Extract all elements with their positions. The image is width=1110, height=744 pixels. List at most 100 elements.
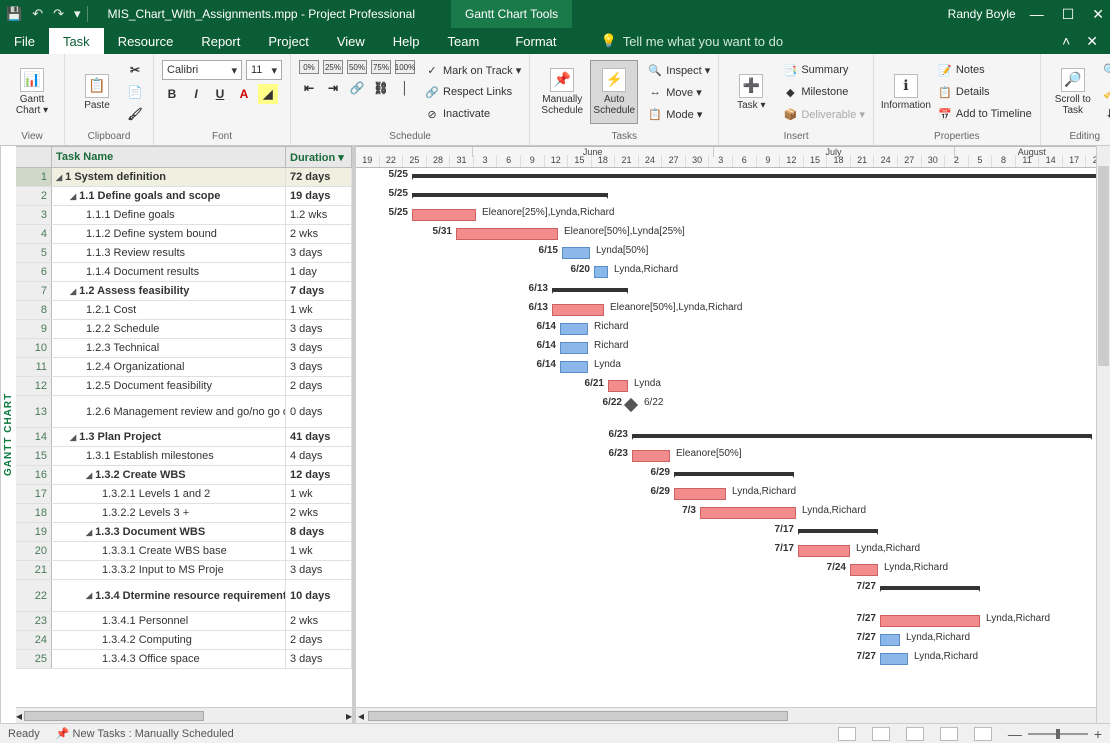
- task-bar[interactable]: [560, 361, 588, 373]
- gantt-row[interactable]: 6/23: [356, 428, 1110, 447]
- task-name-cell[interactable]: 1.2.4 Organizational: [52, 358, 286, 376]
- table-row[interactable]: 61.1.4 Document results1 day: [16, 263, 352, 282]
- outdent-icon[interactable]: ⇤: [299, 78, 319, 98]
- summary-bar[interactable]: [552, 288, 628, 292]
- table-row[interactable]: 151.3.1 Establish milestones4 days: [16, 447, 352, 466]
- summary-bar[interactable]: [880, 586, 980, 590]
- font-name-select[interactable]: Calibri▾: [162, 60, 242, 80]
- table-row[interactable]: 171.3.2.1 Levels 1 and 21 wk: [16, 485, 352, 504]
- duration-cell[interactable]: 1 wk: [286, 485, 352, 503]
- table-row[interactable]: 31.1.1 Define goals1.2 wks: [16, 206, 352, 225]
- task-name-cell[interactable]: 1.3.2.1 Levels 1 and 2: [52, 485, 286, 503]
- duration-cell[interactable]: 2 days: [286, 377, 352, 395]
- summary-bar[interactable]: [674, 472, 794, 476]
- gantt-row[interactable]: 6/29Lynda,Richard: [356, 485, 1110, 504]
- qat-dropdown-icon[interactable]: ▾: [74, 6, 81, 22]
- gantt-row[interactable]: 5/25: [356, 187, 1110, 206]
- header-row-num[interactable]: [16, 147, 52, 167]
- timeline-header[interactable]: JuneJulyAugust 1922252831369121518212427…: [356, 146, 1110, 168]
- duration-cell[interactable]: 0 days: [286, 396, 352, 427]
- header-task-name[interactable]: Task Name: [52, 147, 286, 167]
- duration-cell[interactable]: 3 days: [286, 320, 352, 338]
- copy-icon[interactable]: 📄: [125, 82, 145, 102]
- ribbon-collapse-icon[interactable]: ˄: [1062, 33, 1070, 50]
- task-bar[interactable]: [562, 247, 590, 259]
- tab-format[interactable]: Format: [501, 28, 570, 54]
- table-row[interactable]: 181.3.2.2 Levels 3 +2 wks: [16, 504, 352, 523]
- task-bar[interactable]: [880, 615, 980, 627]
- tell-me[interactable]: 💡 Tell me what you want to do: [601, 33, 784, 49]
- gantt-row[interactable]: 6/20Lynda,Richard: [356, 263, 1110, 282]
- task-name-cell[interactable]: 1.3 Plan Project: [52, 428, 286, 446]
- table-row[interactable]: 231.3.4.1 Personnel2 wks: [16, 612, 352, 631]
- row-number[interactable]: 22: [16, 580, 52, 611]
- zoom-in-icon[interactable]: +: [1094, 726, 1102, 742]
- table-row[interactable]: 121.2.5 Document feasibility2 days: [16, 377, 352, 396]
- table-row[interactable]: 141.3 Plan Project41 days: [16, 428, 352, 447]
- tab-task[interactable]: Task: [49, 28, 104, 54]
- minimize-icon[interactable]: —: [1030, 6, 1044, 23]
- task-name-cell[interactable]: 1.2 Assess feasibility: [52, 282, 286, 300]
- task-bar[interactable]: [632, 450, 670, 462]
- task-bar[interactable]: [412, 209, 476, 221]
- task-name-cell[interactable]: 1.3.4.3 Office space: [52, 650, 286, 668]
- row-number[interactable]: 9: [16, 320, 52, 338]
- task-bar[interactable]: [560, 323, 588, 335]
- undo-icon[interactable]: ↶: [32, 6, 43, 22]
- inactivate-button[interactable]: ⊘Inactivate: [425, 104, 521, 124]
- gantt-row[interactable]: 7/27: [356, 580, 1110, 612]
- gantt-chart-button[interactable]: 📊 Gantt Chart ▾: [8, 60, 56, 124]
- pct-25[interactable]: 25%: [323, 60, 343, 74]
- duration-cell[interactable]: 7 days: [286, 282, 352, 300]
- milestone-button[interactable]: ◆Milestone: [783, 82, 865, 102]
- task-name-cell[interactable]: 1.3.4.2 Computing: [52, 631, 286, 649]
- task-bar[interactable]: [850, 564, 878, 576]
- pct-100[interactable]: 100%: [395, 60, 415, 74]
- task-name-cell[interactable]: 1.2.3 Technical: [52, 339, 286, 357]
- find-icon[interactable]: 🔍: [1101, 60, 1110, 80]
- row-number[interactable]: 25: [16, 650, 52, 668]
- task-bar[interactable]: [560, 342, 588, 354]
- redo-icon[interactable]: ↷: [53, 6, 64, 22]
- task-bar[interactable]: [552, 304, 604, 316]
- gantt-row[interactable]: 6/14Richard: [356, 339, 1110, 358]
- gantt-row[interactable]: 6/13: [356, 282, 1110, 301]
- table-row[interactable]: 111.2.4 Organizational3 days: [16, 358, 352, 377]
- unlink-icon[interactable]: ⛓: [371, 78, 391, 98]
- task-name-cell[interactable]: 1.3.2.2 Levels 3 +: [52, 504, 286, 522]
- row-number[interactable]: 17: [16, 485, 52, 503]
- table-row[interactable]: 71.2 Assess feasibility7 days: [16, 282, 352, 301]
- gantt-row[interactable]: 7/17: [356, 523, 1110, 542]
- row-number[interactable]: 14: [16, 428, 52, 446]
- task-name-cell[interactable]: 1.1.4 Document results: [52, 263, 286, 281]
- duration-cell[interactable]: 41 days: [286, 428, 352, 446]
- italic-button[interactable]: I: [186, 84, 206, 104]
- task-name-cell[interactable]: 1.1.2 Define system bound: [52, 225, 286, 243]
- task-name-cell[interactable]: 1.2.5 Document feasibility: [52, 377, 286, 395]
- gantt-row[interactable]: 6/14Lynda: [356, 358, 1110, 377]
- view-button-5[interactable]: [974, 727, 992, 741]
- task-bar[interactable]: [798, 545, 850, 557]
- fill-color-button[interactable]: ◢: [258, 84, 278, 104]
- close-icon[interactable]: ✕: [1092, 6, 1104, 23]
- auto-schedule-button[interactable]: ⚡ Auto Schedule: [590, 60, 638, 124]
- duration-cell[interactable]: 1 wk: [286, 301, 352, 319]
- table-row[interactable]: 211.3.3.2 Input to MS Proje3 days: [16, 561, 352, 580]
- table-row[interactable]: 91.2.2 Schedule3 days: [16, 320, 352, 339]
- gantt-row[interactable]: 7/27Lynda,Richard: [356, 612, 1110, 631]
- task-bar[interactable]: [700, 507, 796, 519]
- notes-button[interactable]: 📝Notes: [938, 60, 1032, 80]
- fill-icon[interactable]: ⬇: [1101, 104, 1110, 124]
- inspect-button[interactable]: 🔍Inspect ▾: [648, 60, 710, 80]
- gantt-row[interactable]: 5/31Eleanore[50%],Lynda[25%]: [356, 225, 1110, 244]
- tab-team[interactable]: Team: [434, 28, 494, 54]
- manually-schedule-button[interactable]: 📌 Manually Schedule: [538, 60, 586, 124]
- milestone-marker[interactable]: [624, 398, 638, 412]
- row-number[interactable]: 12: [16, 377, 52, 395]
- gantt-row[interactable]: 6/13Eleanore[50%],Lynda,Richard: [356, 301, 1110, 320]
- maximize-icon[interactable]: ☐: [1062, 6, 1075, 23]
- link-icon[interactable]: 🔗: [347, 78, 367, 98]
- context-tab[interactable]: Gantt Chart Tools: [451, 0, 572, 28]
- table-row[interactable]: 241.3.4.2 Computing2 days: [16, 631, 352, 650]
- tab-view[interactable]: View: [323, 28, 379, 54]
